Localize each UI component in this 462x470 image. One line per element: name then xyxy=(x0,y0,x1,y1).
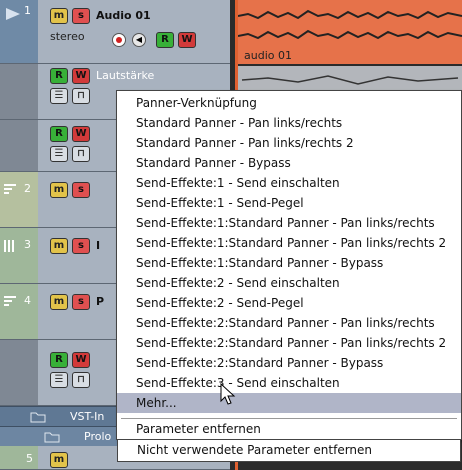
event-name: audio 01 xyxy=(244,49,292,62)
track-color-strip xyxy=(0,340,38,405)
menu-item[interactable]: Standard Panner - Pan links/rechts xyxy=(117,113,461,133)
automation-parameter-label[interactable]: Lautstärke xyxy=(96,69,154,82)
write-automation-button[interactable]: W xyxy=(72,68,90,84)
folder-icon xyxy=(44,432,60,443)
solo-button[interactable]: s xyxy=(72,182,90,198)
track-color-strip: 1 xyxy=(0,0,38,63)
track-name[interactable]: Audio 01 xyxy=(96,9,151,22)
track-number: 5 xyxy=(26,452,33,465)
mute-button[interactable]: m xyxy=(50,238,68,254)
menu-item-panner-link[interactable]: Panner-Verknüpfung xyxy=(117,93,461,113)
show-lanes-icon[interactable]: ☰ xyxy=(50,372,68,388)
menu-item[interactable]: Send-Effekte:1:Standard Panner - Pan lin… xyxy=(117,233,461,253)
monitor-icon[interactable]: ◀ xyxy=(132,33,146,47)
automation-parameter-context-menu: Panner-Verknüpfung Standard Panner - Pan… xyxy=(116,90,462,440)
menu-item[interactable]: Send-Effekte:2:Standard Panner - Pan lin… xyxy=(117,333,461,353)
track-name[interactable]: I xyxy=(96,239,100,252)
read-automation-button[interactable]: R xyxy=(50,68,68,84)
solo-button[interactable]: s xyxy=(72,294,90,310)
track-number: 2 xyxy=(24,182,31,195)
menu-separator xyxy=(121,418,457,419)
lock-icon[interactable]: ⊓ xyxy=(72,146,90,162)
instrument-track-icon xyxy=(4,240,14,252)
menu-item[interactable]: Send-Effekte:1 - Send-Pegel xyxy=(117,193,461,213)
track-color-strip xyxy=(0,120,38,171)
write-automation-button[interactable]: W xyxy=(178,32,196,48)
menu-item[interactable]: Send-Effekte:2:Standard Panner - Bypass xyxy=(117,353,461,373)
menu-item[interactable]: Standard Panner - Bypass xyxy=(117,153,461,173)
midi-track-icon xyxy=(4,296,16,306)
solo-button[interactable]: s xyxy=(72,8,90,24)
menu-item-more[interactable]: Mehr... xyxy=(117,393,461,413)
read-automation-button[interactable]: R xyxy=(50,352,68,368)
track-color-strip: 4 xyxy=(0,284,38,339)
track-color-strip: 3 xyxy=(0,228,38,283)
audio-track-1[interactable]: 1 m s Audio 01 stereo ◀ R W xyxy=(0,0,230,64)
mouse-pointer-icon xyxy=(220,383,236,405)
track-number: 4 xyxy=(24,294,31,307)
solo-button[interactable]: s xyxy=(72,238,90,254)
menu-item-remove-unused-parameters[interactable]: Nicht verwendete Parameter entfernen xyxy=(117,440,461,462)
track-number: 3 xyxy=(24,238,31,251)
read-automation-button[interactable]: R xyxy=(156,32,174,48)
write-automation-button[interactable]: W xyxy=(72,126,90,142)
menu-item[interactable]: Send-Effekte:2 - Send einschalten xyxy=(117,273,461,293)
menu-item[interactable]: Send-Effekte:3 - Send einschalten xyxy=(117,373,461,393)
audio-event[interactable]: audio 01 xyxy=(238,0,462,64)
automation-lane[interactable] xyxy=(238,66,462,92)
track-color-strip: 5 xyxy=(0,446,38,469)
menu-item[interactable]: Send-Effekte:2 - Send-Pegel xyxy=(117,293,461,313)
lock-icon[interactable]: ⊓ xyxy=(72,88,90,104)
mute-button[interactable]: m xyxy=(50,294,68,310)
mute-button[interactable]: m xyxy=(50,182,68,198)
menu-item[interactable]: Standard Panner - Pan links/rechts 2 xyxy=(117,133,461,153)
menu-item[interactable]: Send-Effekte:1:Standard Panner - Pan lin… xyxy=(117,213,461,233)
read-automation-button[interactable]: R xyxy=(50,126,68,142)
track-number: 1 xyxy=(24,4,31,17)
menu-item[interactable]: Send-Effekte:1 - Send einschalten xyxy=(117,173,461,193)
folder-name: VST-In xyxy=(70,410,105,423)
automation-curve-icon xyxy=(241,75,459,85)
expand-triangle-icon[interactable] xyxy=(4,6,22,22)
waveform-icon xyxy=(238,9,462,40)
folder-name: Prolo xyxy=(84,430,112,443)
cubase-project-window: 1 m s Audio 01 stereo ◀ R W R W Lautstär… xyxy=(0,0,462,470)
show-lanes-icon[interactable]: ☰ xyxy=(50,88,68,104)
menu-item-remove-parameter[interactable]: Parameter entfernen xyxy=(117,420,461,438)
menu-item[interactable]: Send-Effekte:2:Standard Panner - Pan lin… xyxy=(117,313,461,333)
track-color-strip xyxy=(0,64,38,119)
write-automation-button[interactable]: W xyxy=(72,352,90,368)
record-enable-icon[interactable] xyxy=(112,33,126,47)
folder-icon xyxy=(30,412,46,423)
mute-button[interactable]: m xyxy=(50,452,68,468)
track-name[interactable]: P xyxy=(96,295,104,308)
menu-item[interactable]: Send-Effekte:1:Standard Panner - Bypass xyxy=(117,253,461,273)
midi-track-icon xyxy=(4,184,16,194)
lock-icon[interactable]: ⊓ xyxy=(72,372,90,388)
track-color-strip: 2 xyxy=(0,172,38,227)
track-channel-config: stereo xyxy=(50,30,85,43)
mute-button[interactable]: m xyxy=(50,8,68,24)
show-lanes-icon[interactable]: ☰ xyxy=(50,146,68,162)
